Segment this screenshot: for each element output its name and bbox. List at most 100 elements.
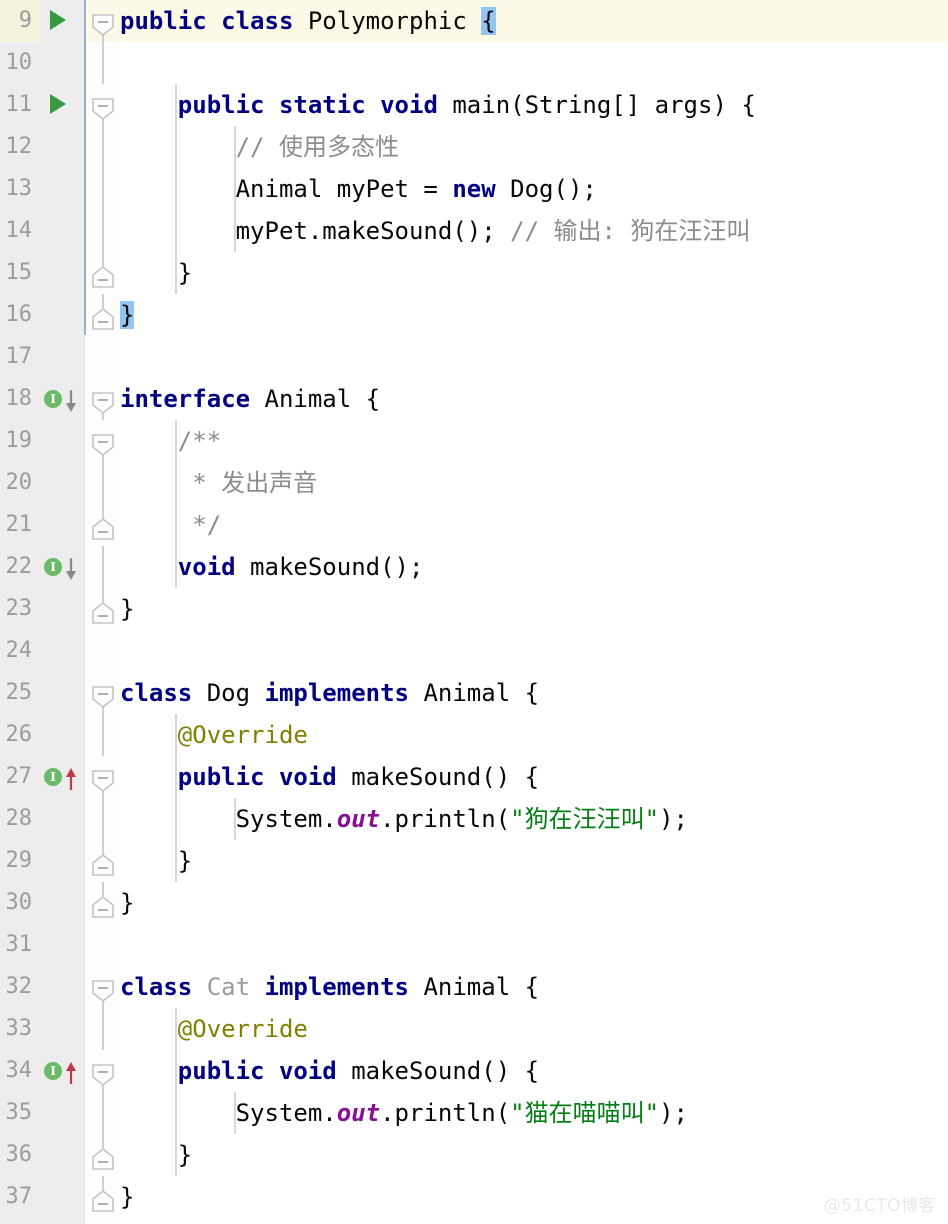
fold-collapse-start-icon[interactable] [91, 10, 115, 37]
code-line-text[interactable]: } [120, 1134, 948, 1176]
code-line-text[interactable] [120, 42, 948, 84]
fold-column-cell[interactable] [86, 756, 120, 798]
code-line-text[interactable]: * 发出声音 [120, 462, 948, 504]
editor-line[interactable]: 17 [0, 336, 948, 378]
code-line-text[interactable]: public void makeSound() { [120, 756, 948, 798]
fold-collapse-start-icon[interactable] [91, 1060, 115, 1087]
editor-line[interactable]: 11 public static void main(String[] args… [0, 84, 948, 126]
editor-line[interactable]: 37} [0, 1176, 948, 1218]
code-line-text[interactable]: System.out.println("猫在喵喵叫"); [120, 1092, 948, 1134]
code-line-text[interactable]: // 使用多态性 [120, 126, 948, 168]
editor-line[interactable]: 16} [0, 294, 948, 336]
code-line-text[interactable] [120, 336, 948, 378]
fold-column-cell[interactable] [86, 0, 120, 42]
editor-line[interactable]: 19 /** [0, 420, 948, 462]
fold-collapse-end-icon[interactable] [91, 892, 115, 918]
fold-column-cell[interactable] [86, 420, 120, 462]
fold-collapse-start-icon[interactable] [91, 388, 115, 415]
gutter-icon-slot[interactable]: I [40, 546, 84, 588]
editor-line[interactable]: 15 } [0, 252, 948, 294]
editor-line[interactable]: 12 // 使用多态性 [0, 126, 948, 168]
editor-line[interactable]: 28 System.out.println("狗在汪汪叫"); [0, 798, 948, 840]
code-line-text[interactable] [120, 630, 948, 672]
editor-line[interactable]: 31 [0, 924, 948, 966]
editor-line[interactable]: 35 System.out.println("猫在喵喵叫"); [0, 1092, 948, 1134]
gutter-icon-slot[interactable] [40, 84, 84, 126]
gutter-icon-slot[interactable]: I [40, 378, 84, 420]
code-line-text[interactable]: class Cat implements Animal { [120, 966, 948, 1008]
editor-line[interactable]: 18 Iinterface Animal { [0, 378, 948, 420]
code-line-text[interactable]: } [120, 252, 948, 294]
editor-line[interactable]: 23} [0, 588, 948, 630]
fold-collapse-end-icon[interactable] [91, 598, 115, 624]
editor-line[interactable]: 27 I public void makeSound() { [0, 756, 948, 798]
fold-column-cell[interactable] [86, 672, 120, 714]
code-line-text[interactable] [120, 924, 948, 966]
editor-line[interactable]: 22 I void makeSound(); [0, 546, 948, 588]
overrides-method-icon[interactable]: I [44, 765, 84, 790]
code-editor[interactable]: 9 public class Polymorphic {10 11 public s… [0, 0, 948, 1224]
fold-collapse-start-icon[interactable] [91, 430, 115, 457]
editor-line[interactable]: 9 public class Polymorphic { [0, 0, 948, 42]
code-line-text[interactable]: */ [120, 504, 948, 546]
editor-line[interactable]: 34 I public void makeSound() { [0, 1050, 948, 1092]
editor-line[interactable]: 25 class Dog implements Animal { [0, 672, 948, 714]
fold-collapse-start-icon[interactable] [91, 682, 115, 709]
fold-collapse-start-icon[interactable] [91, 94, 115, 121]
editor-line[interactable]: 13 Animal myPet = new Dog(); [0, 168, 948, 210]
implemented-by-icon[interactable]: I [44, 387, 84, 412]
fold-column-cell[interactable] [86, 588, 120, 630]
overrides-method-icon[interactable]: I [44, 1059, 84, 1084]
code-line-text[interactable]: public static void main(String[] args) { [120, 84, 948, 126]
fold-column-cell[interactable] [86, 840, 120, 882]
editor-line[interactable]: 32 class Cat implements Animal { [0, 966, 948, 1008]
run-play-icon[interactable] [50, 94, 66, 114]
run-play-icon[interactable] [50, 10, 66, 30]
code-line-text[interactable]: /** [120, 420, 948, 462]
fold-column-cell[interactable] [86, 882, 120, 924]
code-line-text[interactable]: } [120, 840, 948, 882]
editor-line[interactable]: 33 @Override [0, 1008, 948, 1050]
implemented-by-icon[interactable]: I [44, 555, 84, 580]
editor-line[interactable]: 14 myPet.makeSound(); // 输出: 狗在汪汪叫 [0, 210, 948, 252]
fold-column-cell[interactable] [86, 252, 120, 294]
editor-line[interactable]: 24 [0, 630, 948, 672]
fold-column-cell[interactable] [86, 504, 120, 546]
editor-line[interactable]: 21 */ [0, 504, 948, 546]
fold-column-cell[interactable] [86, 1176, 120, 1218]
gutter-icon-slot[interactable] [40, 0, 84, 42]
fold-column-cell[interactable] [86, 1050, 120, 1092]
fold-collapse-end-icon[interactable] [91, 262, 115, 288]
code-line-text[interactable]: } [120, 588, 948, 630]
editor-line[interactable]: 20 * 发出声音 [0, 462, 948, 504]
editor-line[interactable]: 30} [0, 882, 948, 924]
code-line-text[interactable]: class Dog implements Animal { [120, 672, 948, 714]
fold-column-cell[interactable] [86, 294, 120, 336]
editor-line[interactable]: 36 } [0, 1134, 948, 1176]
fold-collapse-end-icon[interactable] [91, 514, 115, 540]
code-line-text[interactable]: public void makeSound() { [120, 1050, 948, 1092]
code-line-text[interactable]: @Override [120, 1008, 948, 1050]
code-line-text[interactable]: System.out.println("狗在汪汪叫"); [120, 798, 948, 840]
code-line-text[interactable]: interface Animal { [120, 378, 948, 420]
code-line-text[interactable]: } [120, 882, 948, 924]
code-line-text[interactable]: void makeSound(); [120, 546, 948, 588]
fold-column-cell[interactable] [86, 378, 120, 420]
code-line-text[interactable]: @Override [120, 714, 948, 756]
gutter-icon-slot[interactable]: I [40, 1050, 84, 1092]
fold-collapse-end-icon[interactable] [91, 304, 115, 330]
code-line-text[interactable]: } [120, 294, 948, 336]
fold-collapse-end-icon[interactable] [91, 1186, 115, 1212]
code-line-text[interactable]: myPet.makeSound(); // 输出: 狗在汪汪叫 [120, 210, 948, 252]
fold-collapse-end-icon[interactable] [91, 1144, 115, 1170]
editor-line[interactable]: 26 @Override [0, 714, 948, 756]
code-line-text[interactable]: public class Polymorphic { [120, 0, 948, 42]
code-line-text[interactable]: Animal myPet = new Dog(); [120, 168, 948, 210]
fold-collapse-start-icon[interactable] [91, 976, 115, 1003]
fold-column-cell[interactable] [86, 84, 120, 126]
gutter-icon-slot[interactable]: I [40, 756, 84, 798]
editor-line[interactable]: 29 } [0, 840, 948, 882]
fold-collapse-start-icon[interactable] [91, 766, 115, 793]
fold-column-cell[interactable] [86, 966, 120, 1008]
fold-column-cell[interactable] [86, 1134, 120, 1176]
